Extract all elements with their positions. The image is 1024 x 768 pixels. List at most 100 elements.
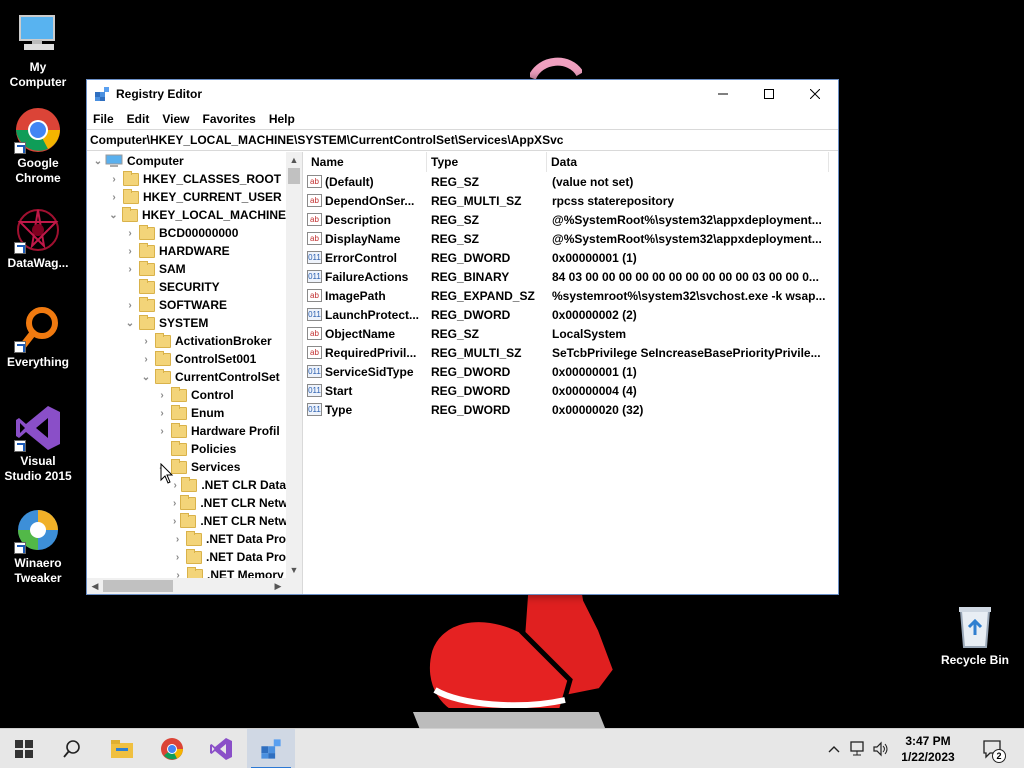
search-button[interactable] (48, 729, 96, 768)
scroll-thumb[interactable] (288, 168, 300, 184)
chevron-right-icon[interactable]: › (109, 174, 119, 185)
chevron-right-icon[interactable]: › (141, 336, 151, 347)
chevron-right-icon[interactable]: › (141, 354, 151, 365)
menu-favorites[interactable]: Favorites (202, 112, 255, 126)
column-header-name[interactable]: Name (307, 152, 427, 172)
address-bar[interactable]: Computer\HKEY_LOCAL_MACHINE\SYSTEM\Curre… (87, 129, 838, 151)
tree-node[interactable]: › SAM (87, 260, 286, 278)
scroll-thumb[interactable] (103, 580, 173, 592)
registry-value-row[interactable]: ab Description REG_SZ @%SystemRoot%\system3… (307, 210, 838, 229)
maximize-button[interactable] (746, 80, 792, 108)
column-header-type[interactable]: Type (427, 152, 547, 172)
clock[interactable]: 3:47 PM 1/22/2023 (892, 733, 964, 765)
desktop-icon-everything[interactable]: Everything (0, 305, 76, 370)
tree-node[interactable]: ⌄ SYSTEM (87, 314, 286, 332)
tree-node[interactable]: › .NET CLR Netw (87, 512, 286, 530)
menu-edit[interactable]: Edit (127, 112, 150, 126)
show-hidden-icons-button[interactable] (824, 729, 844, 768)
volume-button[interactable] (870, 729, 892, 768)
registry-value-row[interactable]: ab RequiredPrivil... REG_MULTI_SZ SeTcbPriv… (307, 343, 838, 362)
registry-value-row[interactable]: 011 ServiceSidType REG_DWORD 0x00000001 (1) (307, 362, 838, 381)
chevron-right-icon[interactable]: › (125, 264, 135, 275)
scroll-down-icon[interactable]: ▼ (286, 562, 302, 578)
scroll-right-icon[interactable]: ▶ (270, 578, 286, 594)
tree-node[interactable]: › Enum (87, 404, 286, 422)
title-bar[interactable]: Registry Editor (87, 80, 838, 108)
registry-value-row[interactable]: 011 Type REG_DWORD 0x00000020 (32) (307, 400, 838, 419)
minimize-button[interactable] (700, 80, 746, 108)
chevron-right-icon[interactable]: › (157, 426, 167, 437)
tree-node[interactable]: › ActivationBroker (87, 332, 286, 350)
chevron-down-icon[interactable]: ⌄ (125, 318, 135, 329)
chevron-right-icon[interactable]: › (157, 390, 167, 401)
tree-node[interactable]: › BCD00000000 (87, 224, 286, 242)
chevron-right-icon[interactable]: › (173, 552, 182, 563)
tree-node[interactable]: › Hardware Profil (87, 422, 286, 440)
desktop-icon-winaero-tweaker[interactable]: Winaero Tweaker (0, 506, 76, 586)
registry-value-row[interactable]: ab ImagePath REG_EXPAND_SZ %systemroot%\sys… (307, 286, 838, 305)
taskbar-visual-studio[interactable] (197, 729, 245, 768)
chevron-down-icon[interactable]: ⌄ (93, 156, 103, 167)
registry-value-row[interactable]: ab (Default) REG_SZ (value not set) (307, 172, 838, 191)
tree-node[interactable]: › SOFTWARE (87, 296, 286, 314)
scroll-up-icon[interactable]: ▲ (286, 152, 302, 168)
chevron-right-icon[interactable]: › (157, 408, 167, 419)
registry-value-row[interactable]: 011 ErrorControl REG_DWORD 0x00000001 (1) (307, 248, 838, 267)
registry-value-row[interactable]: 011 LaunchProtect... REG_DWORD 0x00000002 (… (307, 305, 838, 324)
tree-vertical-scrollbar[interactable]: ▲ ▼ (286, 152, 302, 578)
column-header-data[interactable]: Data (547, 152, 829, 172)
tree-node[interactable]: › .NET CLR Data (87, 476, 286, 494)
tree-node[interactable]: › Control (87, 386, 286, 404)
tree-node[interactable]: › .NET Data Pro (87, 548, 286, 566)
registry-value-row[interactable]: 011 Start REG_DWORD 0x00000004 (4) (307, 381, 838, 400)
desktop-icon-recycle-bin[interactable]: Recycle Bin (936, 603, 1014, 668)
action-center-button[interactable]: 2 (978, 729, 1008, 768)
chevron-right-icon[interactable]: › (173, 534, 182, 545)
tree-node[interactable]: › HARDWARE (87, 242, 286, 260)
registry-value-row[interactable]: 011 FailureActions REG_BINARY 84 03 00 00 0… (307, 267, 838, 286)
tree-node[interactable]: › .NET Memory (87, 566, 286, 578)
tree-node[interactable]: SECURITY (87, 278, 286, 296)
chevron-down-icon[interactable]: ⌄ (109, 210, 118, 221)
chevron-right-icon[interactable]: › (173, 570, 183, 579)
desktop-icon-visual-studio[interactable]: Visual Studio 2015 (0, 404, 76, 484)
taskbar-registry-editor[interactable] (247, 729, 295, 768)
tree-node[interactable]: › ControlSet001 (87, 350, 286, 368)
close-button[interactable] (792, 80, 838, 108)
menu-file[interactable]: File (93, 112, 114, 126)
tree-node[interactable]: Policies (87, 440, 286, 458)
chevron-right-icon[interactable]: › (173, 516, 176, 527)
tree-node[interactable]: › HKEY_CURRENT_USER (87, 188, 286, 206)
scroll-left-icon[interactable]: ◀ (87, 578, 103, 594)
registry-value-row[interactable]: ab DependOnSer... REG_MULTI_SZ rpcss stater… (307, 191, 838, 210)
chevron-right-icon[interactable]: › (125, 246, 135, 257)
tree-node[interactable]: ⌄ Computer (87, 152, 286, 170)
chevron-right-icon[interactable]: › (109, 192, 119, 203)
desktop-icon-datawag[interactable]: DataWag... (0, 206, 76, 271)
chevron-down-icon[interactable]: ⌄ (141, 372, 151, 383)
tree-node[interactable]: › .NET CLR Netw (87, 494, 286, 512)
registry-value-row[interactable]: ab ObjectName REG_SZ LocalSystem (307, 324, 838, 343)
menu-view[interactable]: View (162, 112, 189, 126)
tree-node[interactable]: › HKEY_CLASSES_ROOT (87, 170, 286, 188)
taskbar-file-explorer[interactable] (98, 729, 146, 768)
tree-node[interactable]: › .NET Data Pro (87, 530, 286, 548)
chevron-right-icon[interactable]: › (125, 300, 135, 311)
network-button[interactable] (846, 729, 868, 768)
folder-icon (139, 242, 155, 258)
tree-node[interactable]: ⌄Services (87, 458, 286, 476)
folder-icon (171, 404, 187, 420)
start-button[interactable] (0, 729, 48, 768)
tree-node[interactable]: ⌄ CurrentControlSet (87, 368, 286, 386)
desktop-icon-google-chrome[interactable]: Google Chrome (0, 106, 76, 186)
chevron-right-icon[interactable]: › (125, 228, 135, 239)
desktop-icon-my-computer[interactable]: My Computer (0, 10, 76, 90)
folder-icon (180, 494, 197, 510)
value-data-cell: 0x00000002 (2) (552, 307, 637, 322)
chevron-right-icon[interactable]: › (173, 498, 176, 509)
taskbar-chrome[interactable] (148, 729, 196, 768)
menu-help[interactable]: Help (269, 112, 295, 126)
tree-horizontal-scrollbar[interactable]: ◀ ▶ (87, 578, 302, 594)
tree-node[interactable]: ⌄ HKEY_LOCAL_MACHINE (87, 206, 286, 224)
registry-value-row[interactable]: ab DisplayName REG_SZ @%SystemRoot%\system3… (307, 229, 838, 248)
